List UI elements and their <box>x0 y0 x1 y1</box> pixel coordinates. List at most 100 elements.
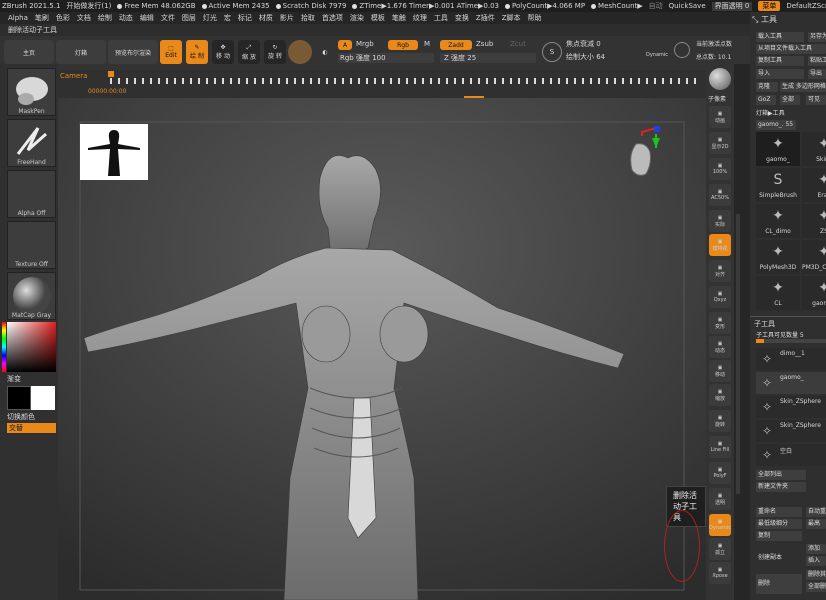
rename-button[interactable]: 重命名 <box>756 507 802 517</box>
subtool-header[interactable]: 子工具 <box>754 319 775 329</box>
right-tool-button[interactable]: ▣ Xpose <box>709 562 731 584</box>
brush-icon[interactable] <box>674 42 690 58</box>
menu-item[interactable]: 纹理 <box>413 13 427 23</box>
subtool-count-slider[interactable] <box>756 339 826 343</box>
edit-button[interactable]: ⬚ Edit <box>160 40 182 64</box>
subtool-row[interactable]: ✧ Skin_ZSphere <box>756 420 826 442</box>
right-tool-button[interactable]: ▣ 显示2D <box>709 132 731 154</box>
rgb-toggle[interactable]: Rgb <box>388 40 418 50</box>
scale-button[interactable]: ⤢ 缩 放 <box>238 40 260 64</box>
paste-tool-button[interactable]: 粘贴工具 <box>808 56 826 66</box>
delete-button[interactable]: 删除 <box>756 574 802 594</box>
lowest-res-button[interactable]: 最低级细分 <box>756 519 802 529</box>
right-tool-button[interactable]: ▣ PolyF <box>709 462 731 484</box>
tool-thumbnail[interactable]: ✦ gaomo_ <box>802 276 826 310</box>
menu-item[interactable]: 首选项 <box>322 13 343 23</box>
menu-item[interactable]: 笔触 <box>392 13 406 23</box>
load-tool-button[interactable]: 载入工具 <box>756 32 804 42</box>
menu-item[interactable]: 色彩 <box>56 13 70 23</box>
menu-item[interactable]: 动态 <box>119 13 133 23</box>
menu-item[interactable]: 影片 <box>280 13 294 23</box>
orientation-gizmo[interactable] <box>620 124 676 194</box>
copy-tool-button[interactable]: 复制工具 <box>756 56 804 66</box>
pin-icon[interactable]: ⤡ <box>752 15 758 24</box>
right-tool-button[interactable]: ▣ 100% <box>709 158 731 180</box>
highest-res-button[interactable]: 最高 <box>806 519 826 529</box>
canvas-viewport[interactable]: 删除活动子工具 <box>58 98 706 600</box>
right-tool-button[interactable]: ▣ 孤立 <box>709 538 731 560</box>
tool-thumbnail[interactable]: ✦ CL_dimo <box>756 204 800 238</box>
right-tool-button[interactable]: ▣ 动画 <box>709 106 731 128</box>
menu-item[interactable]: 材质 <box>259 13 273 23</box>
menu-item[interactable]: Z脚本 <box>502 13 521 23</box>
a-toggle[interactable]: A <box>338 40 352 50</box>
list-all-button[interactable]: 全部列出 <box>756 470 806 480</box>
menu-item[interactable]: 绘制 <box>98 13 112 23</box>
rgb-intensity-slider[interactable]: Rgb 强度 100 <box>338 53 434 63</box>
menu-item[interactable]: Z插件 <box>476 13 495 23</box>
tool-thumbnail[interactable]: ✦ gaomo_ <box>756 132 800 166</box>
lightbox-button[interactable]: 灯箱 <box>56 40 106 64</box>
move-button[interactable]: ✥ 移 动 <box>212 40 234 64</box>
tool-thumbnail[interactable]: ✦ CL <box>756 276 800 310</box>
release-label[interactable]: 开始做发行(1) <box>66 1 111 11</box>
rotate-button[interactable]: ↻ 旋 转 <box>264 40 286 64</box>
hue-strip[interactable] <box>2 322 6 372</box>
z-intensity-slider[interactable]: Z 强度 25 <box>440 53 536 63</box>
menu-item[interactable]: 变换 <box>455 13 469 23</box>
make-polymesh-button[interactable]: 生成 多边形网格 <box>780 82 826 92</box>
quicksave-button[interactable]: QuickSave <box>669 2 706 10</box>
menu-item[interactable]: 帮助 <box>528 13 542 23</box>
menu-item[interactable]: 标记 <box>238 13 252 23</box>
clone-button[interactable]: 克隆 <box>756 82 778 92</box>
duplicate-button[interactable]: 复制 <box>756 531 802 541</box>
home-button[interactable]: 主页 <box>4 40 54 64</box>
right-tool-button[interactable]: ▣ 旋转 <box>709 410 731 432</box>
menu-item[interactable]: 编辑 <box>140 13 154 23</box>
load-from-project-button[interactable]: 从项目文件载入工具 <box>756 44 826 54</box>
goz-visible-button[interactable]: 可见 <box>806 95 826 105</box>
menu-item[interactable]: 宏 <box>224 13 231 23</box>
auto-reorder-button[interactable]: 自动重 <box>806 507 826 517</box>
zsub-toggle[interactable]: Zsub <box>476 40 493 48</box>
goz-button[interactable]: GoZ <box>756 95 776 105</box>
timeline-marker[interactable] <box>108 71 114 77</box>
menu-item[interactable]: 文件 <box>161 13 175 23</box>
transparency-slider[interactable]: 界面透明 0 <box>711 1 753 11</box>
default-script[interactable]: DefaultZScript <box>786 2 826 10</box>
menu-item[interactable]: Alpha <box>8 14 28 22</box>
right-tool-button[interactable]: ▣ 模特视 <box>709 234 731 256</box>
subtool-row[interactable]: ✧ Skin_ZSphere <box>756 396 826 418</box>
menu-item[interactable]: 工具 <box>434 13 448 23</box>
right-tool-button[interactable]: ▣ Dynamic <box>709 514 731 536</box>
right-tool-button[interactable]: ▣ 动态 <box>709 336 731 358</box>
right-tool-button[interactable]: ▣ 变形 <box>709 312 731 334</box>
menu-button[interactable]: 菜单 <box>758 1 781 11</box>
append-button[interactable]: 添加 <box>806 544 826 554</box>
zcut-toggle[interactable]: Zcut <box>510 40 526 48</box>
silhouette-thumbnail[interactable] <box>80 124 148 180</box>
secondary-color-swatch[interactable] <box>31 386 55 410</box>
tool-thumbnail[interactable]: ✦ ZS <box>802 204 826 238</box>
new-folder-button[interactable]: 新建文件夹 <box>756 482 806 492</box>
draw-button[interactable]: ✎ 绘 制 <box>186 40 208 64</box>
zadd-toggle[interactable]: Zadd <box>440 40 472 50</box>
save-as-button[interactable]: 另存为 <box>808 32 826 42</box>
alternate-button[interactable]: 交替 <box>7 423 56 433</box>
timeline-track[interactable] <box>110 78 700 84</box>
insert-button[interactable]: 插入 <box>806 556 826 566</box>
color-picker[interactable] <box>7 322 56 372</box>
lightbox-tools[interactable]: 灯箱▶工具 <box>756 108 785 117</box>
right-tool-button[interactable]: ▣ 实际 <box>709 210 731 232</box>
menu-item[interactable]: 文档 <box>77 13 91 23</box>
subtool-row[interactable]: ✧ gaomo_ <box>756 372 826 394</box>
current-tool-slider[interactable]: gaomo_. 55 <box>756 120 796 130</box>
goz-all-button[interactable]: 全部 <box>780 95 800 105</box>
export-button[interactable]: 导出 <box>808 69 826 79</box>
menu-item[interactable]: 模板 <box>371 13 385 23</box>
scroll-thumb[interactable] <box>736 214 740 494</box>
tool-thumbnail[interactable]: ✦ PolyMesh3D <box>756 240 800 274</box>
right-tool-button[interactable]: ▣ Qxyz <box>709 286 731 308</box>
mrgb-toggle[interactable]: Mrgb <box>356 40 374 48</box>
right-tool-button[interactable]: ▣ 移动 <box>709 360 731 382</box>
